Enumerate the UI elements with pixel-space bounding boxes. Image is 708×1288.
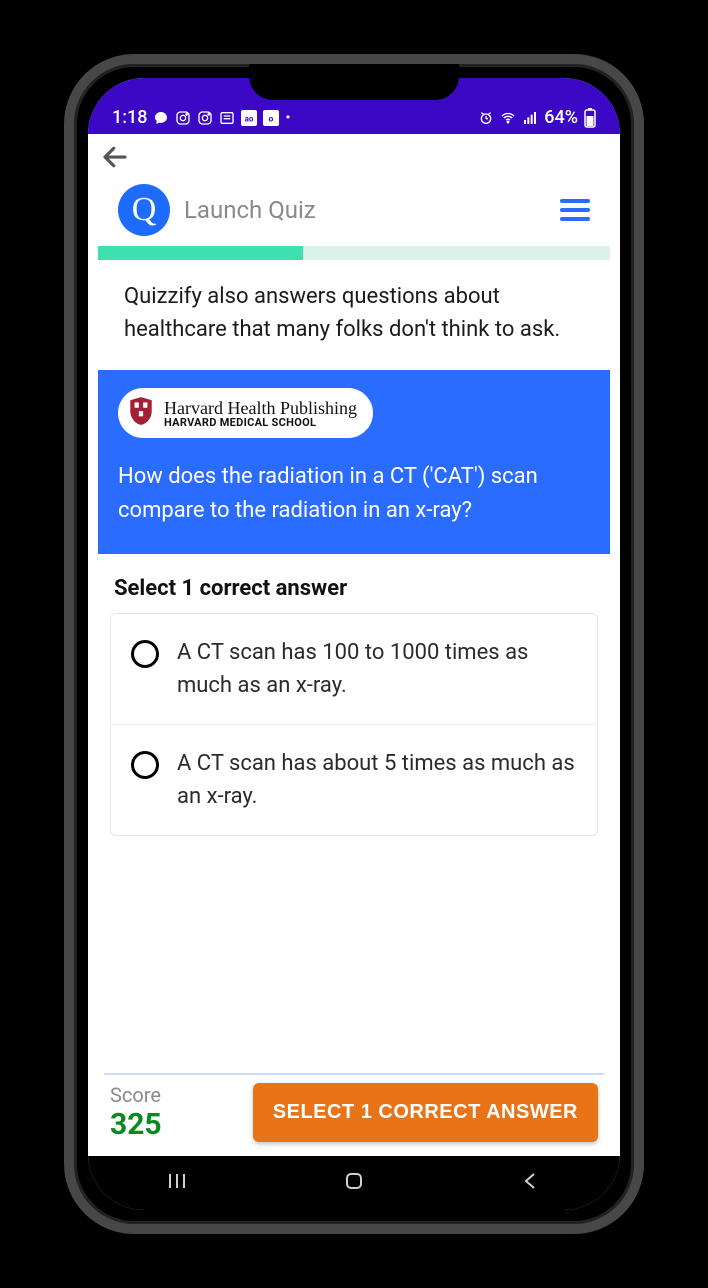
intro-text: Quizzify also answers questions about he… (88, 260, 620, 370)
radio-icon (131, 640, 159, 668)
svg-text:ao: ao (245, 114, 254, 123)
progress-fill (98, 246, 303, 260)
answer-option[interactable]: A CT scan has about 5 times as much as a… (111, 725, 597, 835)
signal-icon (522, 110, 538, 126)
score-label: Score (110, 1083, 162, 1107)
brand-row: Q Launch Quiz (88, 184, 620, 246)
svg-text:o: o (269, 114, 274, 124)
harvard-line1: Harvard Health Publishing (164, 399, 357, 417)
status-time: 1:18 (112, 107, 147, 128)
page-title: Launch Quiz (184, 196, 316, 224)
chat-icon (153, 110, 169, 126)
wifi-icon (500, 110, 516, 126)
instagram-icon (197, 110, 213, 126)
harvard-line2: HARVARD MEDICAL SCHOOL (164, 417, 357, 428)
back-row (88, 134, 620, 184)
news-icon (219, 110, 235, 126)
app-icon: ao (241, 110, 257, 126)
android-nav-bar (88, 1156, 620, 1210)
main-content[interactable]: Quizzify also answers questions about he… (88, 260, 620, 1073)
battery-icon (584, 108, 596, 128)
notch (249, 64, 459, 100)
nav-back-icon[interactable] (519, 1169, 543, 1197)
instagram-icon (175, 110, 191, 126)
harvard-text: Harvard Health Publishing HARVARD MEDICA… (164, 399, 357, 428)
status-left: 1:18 ao o • (112, 107, 290, 128)
select-heading: Select 1 correct answer (88, 554, 620, 613)
screen: 1:18 ao o • (88, 78, 620, 1210)
answer-text: A CT scan has about 5 times as much as a… (177, 747, 577, 813)
alarm-icon (478, 110, 494, 126)
brand-left: Q Launch Quiz (118, 184, 316, 236)
select-answer-button[interactable]: SELECT 1 CORRECT ANSWER (253, 1083, 598, 1142)
phone-frame: 1:18 ao o • (64, 54, 644, 1234)
progress-bar (98, 246, 610, 260)
harvard-badge: Harvard Health Publishing HARVARD MEDICA… (118, 388, 373, 438)
harvard-shield-icon (128, 396, 154, 430)
score-block: Score 325 (110, 1083, 162, 1142)
back-arrow-icon[interactable] (100, 142, 130, 176)
hamburger-menu-icon[interactable] (560, 199, 590, 221)
answer-option[interactable]: A CT scan has 100 to 1000 times as much … (111, 614, 597, 725)
status-right: 64% (478, 107, 596, 128)
home-icon[interactable] (342, 1169, 366, 1197)
answer-text: A CT scan has 100 to 1000 times as much … (177, 636, 577, 702)
outlook-icon: o (263, 110, 279, 126)
footer-bar: Score 325 SELECT 1 CORRECT ANSWER (88, 1075, 620, 1156)
radio-icon (131, 751, 159, 779)
question-text: How does the radiation in a CT ('CAT') s… (118, 460, 590, 528)
recents-icon[interactable] (165, 1169, 189, 1197)
quizzify-logo-icon: Q (118, 184, 170, 236)
answers-list: A CT scan has 100 to 1000 times as much … (110, 613, 598, 836)
score-value: 325 (110, 1107, 162, 1142)
more-dot: • (285, 110, 290, 126)
question-card: Harvard Health Publishing HARVARD MEDICA… (98, 370, 610, 554)
battery-text: 64% (544, 107, 578, 128)
